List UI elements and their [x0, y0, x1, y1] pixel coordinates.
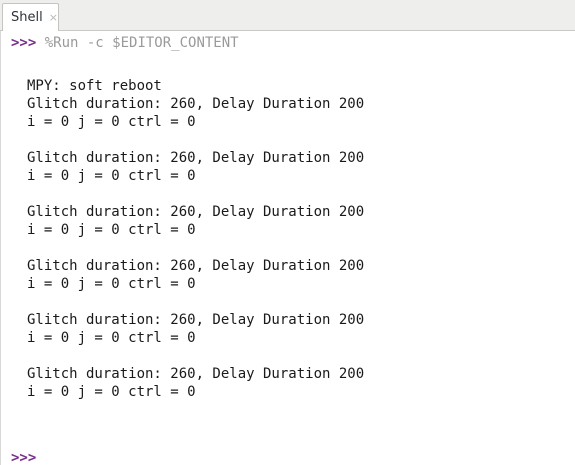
shell-console[interactable]: >>> %Run -c $EDITOR_CONTENT MPY: soft re…: [0, 31, 575, 465]
command-line: >>> %Run -c $EDITOR_CONTENT: [11, 34, 239, 52]
output-line: i = 0 j = 0 ctrl = 0: [27, 276, 196, 292]
output-line: i = 0 j = 0 ctrl = 0: [27, 168, 196, 184]
output-line: i = 0 j = 0 ctrl = 0: [27, 114, 196, 130]
output-line: i = 0 j = 0 ctrl = 0: [27, 222, 196, 238]
output-line: Glitch duration: 260, Delay Duration 200: [27, 366, 365, 382]
output-line: i = 0 j = 0 ctrl = 0: [27, 384, 196, 400]
output-line: Glitch duration: 260, Delay Duration 200: [27, 204, 365, 220]
shell-prompt: >>>: [11, 35, 37, 51]
output-line: Glitch duration: 260, Delay Duration 200: [27, 150, 365, 166]
input-line[interactable]: >>>: [11, 449, 36, 465]
output-line: i = 0 j = 0 ctrl = 0: [27, 330, 196, 346]
output-line: Glitch duration: 260, Delay Duration 200: [27, 258, 365, 274]
shell-prompt: >>>: [11, 450, 37, 465]
tab-shell-label: Shell: [11, 10, 43, 25]
close-icon[interactable]: ×: [49, 11, 58, 24]
tab-bar: Shell ×: [0, 0, 575, 31]
tab-shell[interactable]: Shell ×: [2, 3, 59, 31]
output-line: Glitch duration: 260, Delay Duration 200: [27, 312, 365, 328]
run-command: %Run -c $EDITOR_CONTENT: [36, 35, 239, 51]
thonny-shell-panel: Shell × >>> %Run -c $EDITOR_CONTENT MPY:…: [0, 0, 575, 465]
output-line: MPY: soft reboot: [27, 78, 162, 94]
output-line: Glitch duration: 260, Delay Duration 200: [27, 96, 365, 112]
